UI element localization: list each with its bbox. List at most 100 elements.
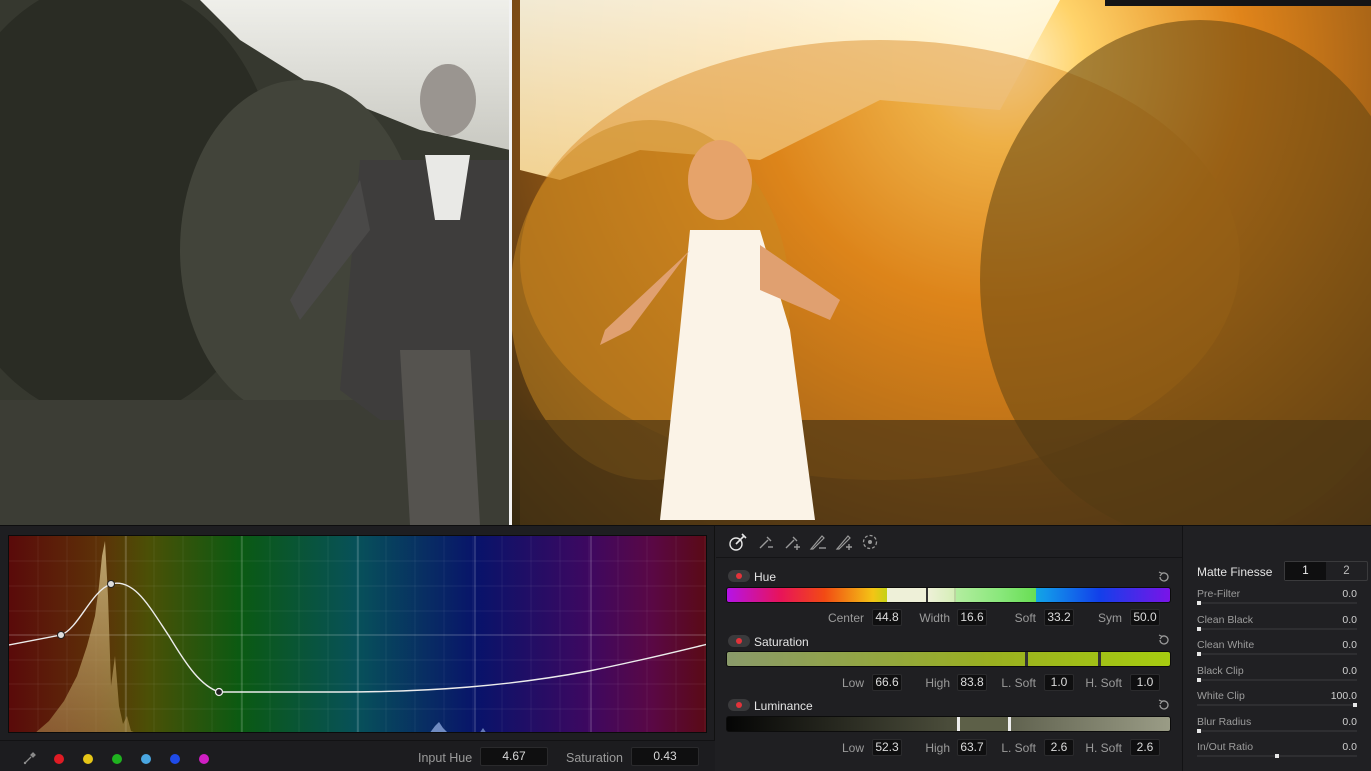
matte-row[interactable]: Clean Black 0.0	[1197, 614, 1363, 638]
width-field[interactable]: 16.6	[957, 609, 987, 626]
grayscale-split-view	[0, 0, 510, 525]
matte-row-label: Pre-Filter	[1197, 588, 1241, 600]
luminance-toggle[interactable]	[728, 699, 750, 711]
reset-icon[interactable]	[1157, 633, 1171, 647]
input-hue-label: Input Hue	[418, 751, 473, 765]
feather-minus-icon[interactable]	[808, 532, 828, 552]
matte-row-label: White Clip	[1197, 690, 1245, 702]
matte-finesse-title: Matte Finesse	[1197, 565, 1273, 579]
viewer	[0, 0, 1371, 525]
sat-hsoft-label: H. Soft	[1085, 676, 1122, 690]
matte-row-value[interactable]: 0.0	[1342, 614, 1357, 626]
matte-row-label: Clean Black	[1197, 614, 1254, 626]
qualifier-panel: Hue Center 44.8 Width 16.6 Soft 33.2 Sym…	[716, 526, 1182, 771]
swatch-green[interactable]	[112, 754, 122, 764]
saturation-range-bar[interactable]	[726, 651, 1171, 667]
matte-tab-1[interactable]: 1	[1285, 562, 1326, 580]
matte-row-value[interactable]: 0.0	[1342, 588, 1357, 600]
matte-row[interactable]: Clean White 0.0	[1197, 639, 1363, 663]
matte-row-slider[interactable]	[1197, 602, 1357, 604]
swatch-blue[interactable]	[170, 754, 180, 764]
curve-footer: Input Hue 4.67 Saturation 0.43	[0, 740, 715, 771]
lum-lsoft-label: L. Soft	[1001, 741, 1036, 755]
matte-row-slider[interactable]	[1197, 704, 1357, 706]
hue-range-bar[interactable]	[726, 587, 1171, 603]
reset-icon[interactable]	[1157, 698, 1171, 712]
luminance-range-bar[interactable]	[726, 716, 1171, 732]
center-label: Center	[827, 611, 864, 625]
width-label: Width	[919, 611, 950, 625]
soft-label: Soft	[1014, 611, 1036, 625]
matte-row-slider[interactable]	[1197, 730, 1357, 732]
saturation-title: Saturation	[754, 635, 809, 649]
matte-row-slider[interactable]	[1197, 679, 1357, 681]
center-field[interactable]: 44.8	[872, 609, 902, 626]
matte-tab-2[interactable]: 2	[1326, 562, 1367, 580]
matte-row[interactable]: In/Out Ratio 0.0	[1197, 741, 1363, 765]
curve-canvas[interactable]	[9, 536, 707, 733]
matte-row-label: Black Clip	[1197, 665, 1244, 677]
lum-high-label: High	[925, 741, 950, 755]
sat-low-field[interactable]: 66.6	[872, 674, 902, 691]
swatch-yellow[interactable]	[83, 754, 93, 764]
matte-row-label: Blur Radius	[1197, 716, 1252, 728]
lum-low-label: Low	[841, 741, 864, 755]
sat-hsoft-field[interactable]: 1.0	[1130, 674, 1160, 691]
picker-minus-icon[interactable]	[756, 532, 776, 552]
feather-plus-icon[interactable]	[834, 532, 854, 552]
matte-row-slider-knob[interactable]	[1197, 729, 1201, 733]
matte-row-value[interactable]: 0.0	[1342, 665, 1357, 677]
matte-row-slider-knob[interactable]	[1197, 678, 1201, 682]
input-hue-field[interactable]: 4.67	[480, 747, 548, 766]
sym-field[interactable]: 50.0	[1130, 609, 1160, 626]
lum-lsoft-field[interactable]: 2.6	[1044, 739, 1074, 756]
matte-row[interactable]: Pre-Filter 0.0	[1197, 588, 1363, 612]
hue-title: Hue	[754, 570, 777, 584]
lum-low-field[interactable]: 52.3	[872, 739, 902, 756]
curve-graph[interactable]	[8, 535, 707, 733]
matte-row[interactable]: Black Clip 0.0	[1197, 665, 1363, 689]
matte-row-slider-knob[interactable]	[1197, 601, 1201, 605]
swatch-magenta[interactable]	[199, 754, 209, 764]
picker-plus-icon[interactable]	[782, 532, 802, 552]
swatch-cyan[interactable]	[141, 754, 151, 764]
sat-high-field[interactable]: 83.8	[957, 674, 987, 691]
matte-row-value[interactable]: 100.0	[1331, 690, 1357, 702]
matte-row-label: In/Out Ratio	[1197, 741, 1254, 753]
matte-row-value[interactable]: 0.0	[1342, 741, 1357, 753]
sat-lsoft-label: L. Soft	[1001, 676, 1036, 690]
saturation-label: Saturation	[566, 751, 623, 765]
hue-toggle[interactable]	[728, 570, 750, 582]
matte-row-slider-knob[interactable]	[1197, 652, 1201, 656]
swatch-red[interactable]	[54, 754, 64, 764]
sat-low-label: Low	[841, 676, 864, 690]
invert-icon[interactable]	[860, 532, 880, 552]
lum-high-field[interactable]: 63.7	[957, 739, 987, 756]
lum-hsoft-field[interactable]: 2.6	[1130, 739, 1160, 756]
matte-tabs: 1 2	[1284, 561, 1368, 581]
saturation-toggle[interactable]	[728, 635, 750, 647]
matte-row-slider-knob[interactable]	[1275, 754, 1279, 758]
split-divider[interactable]	[509, 0, 512, 525]
reset-icon[interactable]	[1157, 570, 1171, 584]
matte-row-value[interactable]: 0.0	[1342, 716, 1357, 728]
panel-tab-strip	[1105, 0, 1371, 6]
matte-row-value[interactable]: 0.0	[1342, 639, 1357, 651]
matte-finesse-panel: Matte Finesse 1 2 Pre-Filter 0.0 Clean Bla…	[1182, 526, 1371, 771]
saturation-field[interactable]: 0.43	[631, 747, 699, 766]
picker-icon[interactable]	[728, 532, 748, 552]
matte-row-label: Clean White	[1197, 639, 1255, 651]
matte-row[interactable]: White Clip 100.0	[1197, 690, 1363, 714]
eyedropper-icon[interactable]	[22, 750, 38, 766]
sat-lsoft-field[interactable]: 1.0	[1044, 674, 1074, 691]
matte-row-slider-knob[interactable]	[1353, 703, 1357, 707]
sat-high-label: High	[925, 676, 950, 690]
matte-row-slider[interactable]	[1197, 653, 1357, 655]
color-panel: Input Hue 4.67 Saturation 0.43 Hue Cente…	[0, 525, 1371, 771]
soft-field[interactable]: 33.2	[1044, 609, 1074, 626]
matte-row[interactable]: Blur Radius 0.0	[1197, 716, 1363, 740]
qualifier-toolbar	[716, 526, 1182, 558]
matte-row-slider[interactable]	[1197, 628, 1357, 630]
luminance-title: Luminance	[754, 699, 813, 713]
matte-row-slider-knob[interactable]	[1197, 627, 1201, 631]
